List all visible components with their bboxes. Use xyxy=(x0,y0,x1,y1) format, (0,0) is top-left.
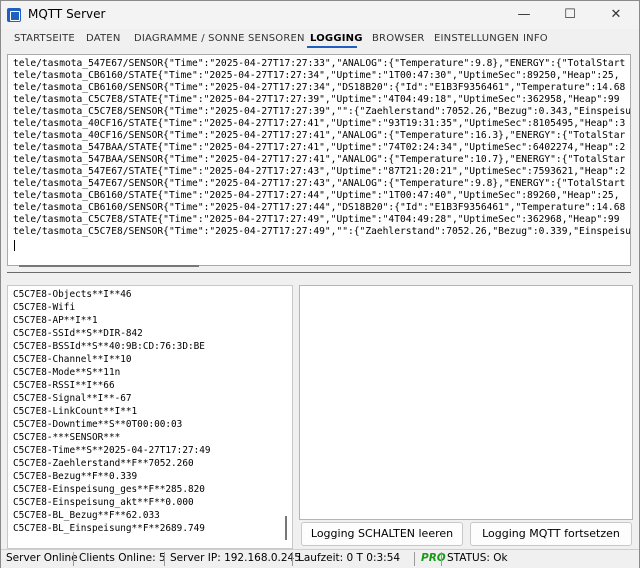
status-separator xyxy=(292,552,293,566)
status-separator xyxy=(164,552,165,566)
list-item[interactable]: C5C7E8-BL_Bezug**F**62.033 xyxy=(13,510,160,522)
list-item[interactable]: C5C7E8-Bezug**F**0.339 xyxy=(13,471,137,483)
tab-startseite[interactable]: STARTSEITE xyxy=(14,33,75,44)
log-line: tele/tasmota_547E67/SENSOR{"Time":"2025-… xyxy=(13,58,626,69)
minimize-button[interactable]: — xyxy=(501,1,547,29)
status-separator xyxy=(441,552,442,566)
list-item[interactable]: C5C7E8-Mode**S**11n xyxy=(13,367,120,379)
mqtt-log-textbox[interactable]: tele/tasmota_547E67/SENSOR{"Time":"2025-… xyxy=(7,54,631,266)
list-item[interactable]: C5C7E8-AP**I**1 xyxy=(13,315,98,327)
log-line: tele/tasmota_C5C7E8/SENSOR{"Time":"2025-… xyxy=(13,106,631,117)
variable-list[interactable]: C5C7E8-Objects**I**46 C5C7E8-Wifi C5C7E8… xyxy=(7,285,293,549)
status-text: STATUS: Ok xyxy=(447,552,508,564)
log-line: tele/tasmota_CB6160/SENSOR{"Time":"2025-… xyxy=(13,82,626,93)
log-line: tele/tasmota_547BAA/STATE{"Time":"2025-0… xyxy=(13,142,626,153)
log-line: tele/tasmota_547BAA/SENSOR{"Time":"2025-… xyxy=(13,154,626,165)
log-line: tele/tasmota_CB6160/STATE{"Time":"2025-0… xyxy=(13,70,620,81)
list-item[interactable]: C5C7E8-***SENSOR*** xyxy=(13,432,120,444)
list-item[interactable]: C5C7E8-Einspeisung_akt**F**0.000 xyxy=(13,497,194,509)
resume-logging-button[interactable]: Logging MQTT fortsetzen xyxy=(470,522,632,546)
tab-daten[interactable]: DATEN xyxy=(86,33,121,44)
log-line: tele/tasmota_C5C7E8/STATE{"Time":"2025-0… xyxy=(13,214,620,225)
variable-list-scrollbar[interactable] xyxy=(282,286,290,546)
list-item[interactable]: C5C7E8-LinkCount**I**1 xyxy=(13,406,137,418)
list-item[interactable]: C5C7E8-Wifi xyxy=(13,302,75,314)
log-line: tele/tasmota_C5C7E8/SENSOR{"Time":"2025-… xyxy=(13,226,631,237)
list-item[interactable]: C5C7E8-Zaehlerstand**F**7052.260 xyxy=(13,458,194,470)
status-separator xyxy=(73,552,74,566)
close-button[interactable]: ✕ xyxy=(593,1,639,29)
log-line: tele/tasmota_547E67/SENSOR{"Time":"2025-… xyxy=(13,178,626,189)
list-item[interactable]: C5C7E8-SSId**S**DIR-842 xyxy=(13,328,143,340)
text-caret xyxy=(14,240,15,251)
clear-logging-button[interactable]: Logging SCHALTEN leeren xyxy=(301,522,463,546)
window-title: MQTT Server xyxy=(28,7,106,21)
list-item[interactable]: C5C7E8-RSSI**I**66 xyxy=(13,380,115,392)
status-separator xyxy=(414,552,415,566)
list-item[interactable]: C5C7E8-Time**S**2025-04-27T17:27:49 xyxy=(13,445,211,457)
log-horizontal-scrollbar[interactable] xyxy=(19,265,199,267)
tab-einstellungen[interactable]: EINSTELLUNGEN xyxy=(434,33,519,44)
title-bar: MQTT Server — ☐ ✕ xyxy=(1,1,639,29)
detail-panel[interactable] xyxy=(299,285,633,520)
list-item[interactable]: C5C7E8-Channel**I**10 xyxy=(13,354,132,366)
list-item[interactable]: C5C7E8-Downtime**S**0T00:00:03 xyxy=(13,419,182,431)
maximize-button[interactable]: ☐ xyxy=(547,1,593,29)
tab-info[interactable]: INFO xyxy=(523,33,548,44)
log-line: tele/tasmota_CB6160/STATE{"Time":"2025-0… xyxy=(13,190,620,201)
tab-sensoren[interactable]: SENSOREN xyxy=(248,33,305,44)
list-item[interactable]: C5C7E8-Signal**I**-67 xyxy=(13,393,132,405)
clients-online: Clients Online: 5 xyxy=(79,552,166,564)
tab-diagramme-sonne[interactable]: DIAGRAMME / SONNE xyxy=(134,33,245,44)
app-icon xyxy=(7,8,21,22)
list-item[interactable]: C5C7E8-Einspeisung_ges**F**285.820 xyxy=(13,484,205,496)
tab-logging[interactable]: LOGGING xyxy=(310,33,363,44)
active-tab-indicator xyxy=(307,46,357,48)
list-item[interactable]: C5C7E8-Objects**I**46 xyxy=(13,289,132,301)
status-bar: Server Online Clients Online: 5 Server I… xyxy=(1,549,639,568)
panel-splitter[interactable] xyxy=(7,272,631,273)
uptime: Laufzeit: 0 T 0:3:54 xyxy=(298,552,401,564)
list-item[interactable]: C5C7E8-BSSId**S**40:9B:CD:76:3D:BE xyxy=(13,341,205,353)
log-line: tele/tasmota_CB6160/SENSOR{"Time":"2025-… xyxy=(13,202,626,213)
variable-list-scroll-thumb[interactable] xyxy=(285,516,287,540)
log-line: tele/tasmota_40CF16/SENSOR{"Time":"2025-… xyxy=(13,130,626,141)
tab-browser[interactable]: BROWSER xyxy=(372,33,425,44)
server-ip: Server IP: 192.168.0.245 xyxy=(170,552,301,564)
pro-badge: PRO xyxy=(421,552,446,564)
log-line: tele/tasmota_547E67/STATE{"Time":"2025-0… xyxy=(13,166,626,177)
main-window: MQTT Server — ☐ ✕ STARTSEITE DATEN DIAGR… xyxy=(0,0,640,568)
log-line: tele/tasmota_C5C7E8/STATE{"Time":"2025-0… xyxy=(13,94,620,105)
list-item[interactable]: C5C7E8-BL_Einspeisung**F**2689.749 xyxy=(13,523,205,535)
server-status: Server Online xyxy=(6,552,78,564)
log-line: tele/tasmota_40CF16/STATE{"Time":"2025-0… xyxy=(13,118,626,129)
